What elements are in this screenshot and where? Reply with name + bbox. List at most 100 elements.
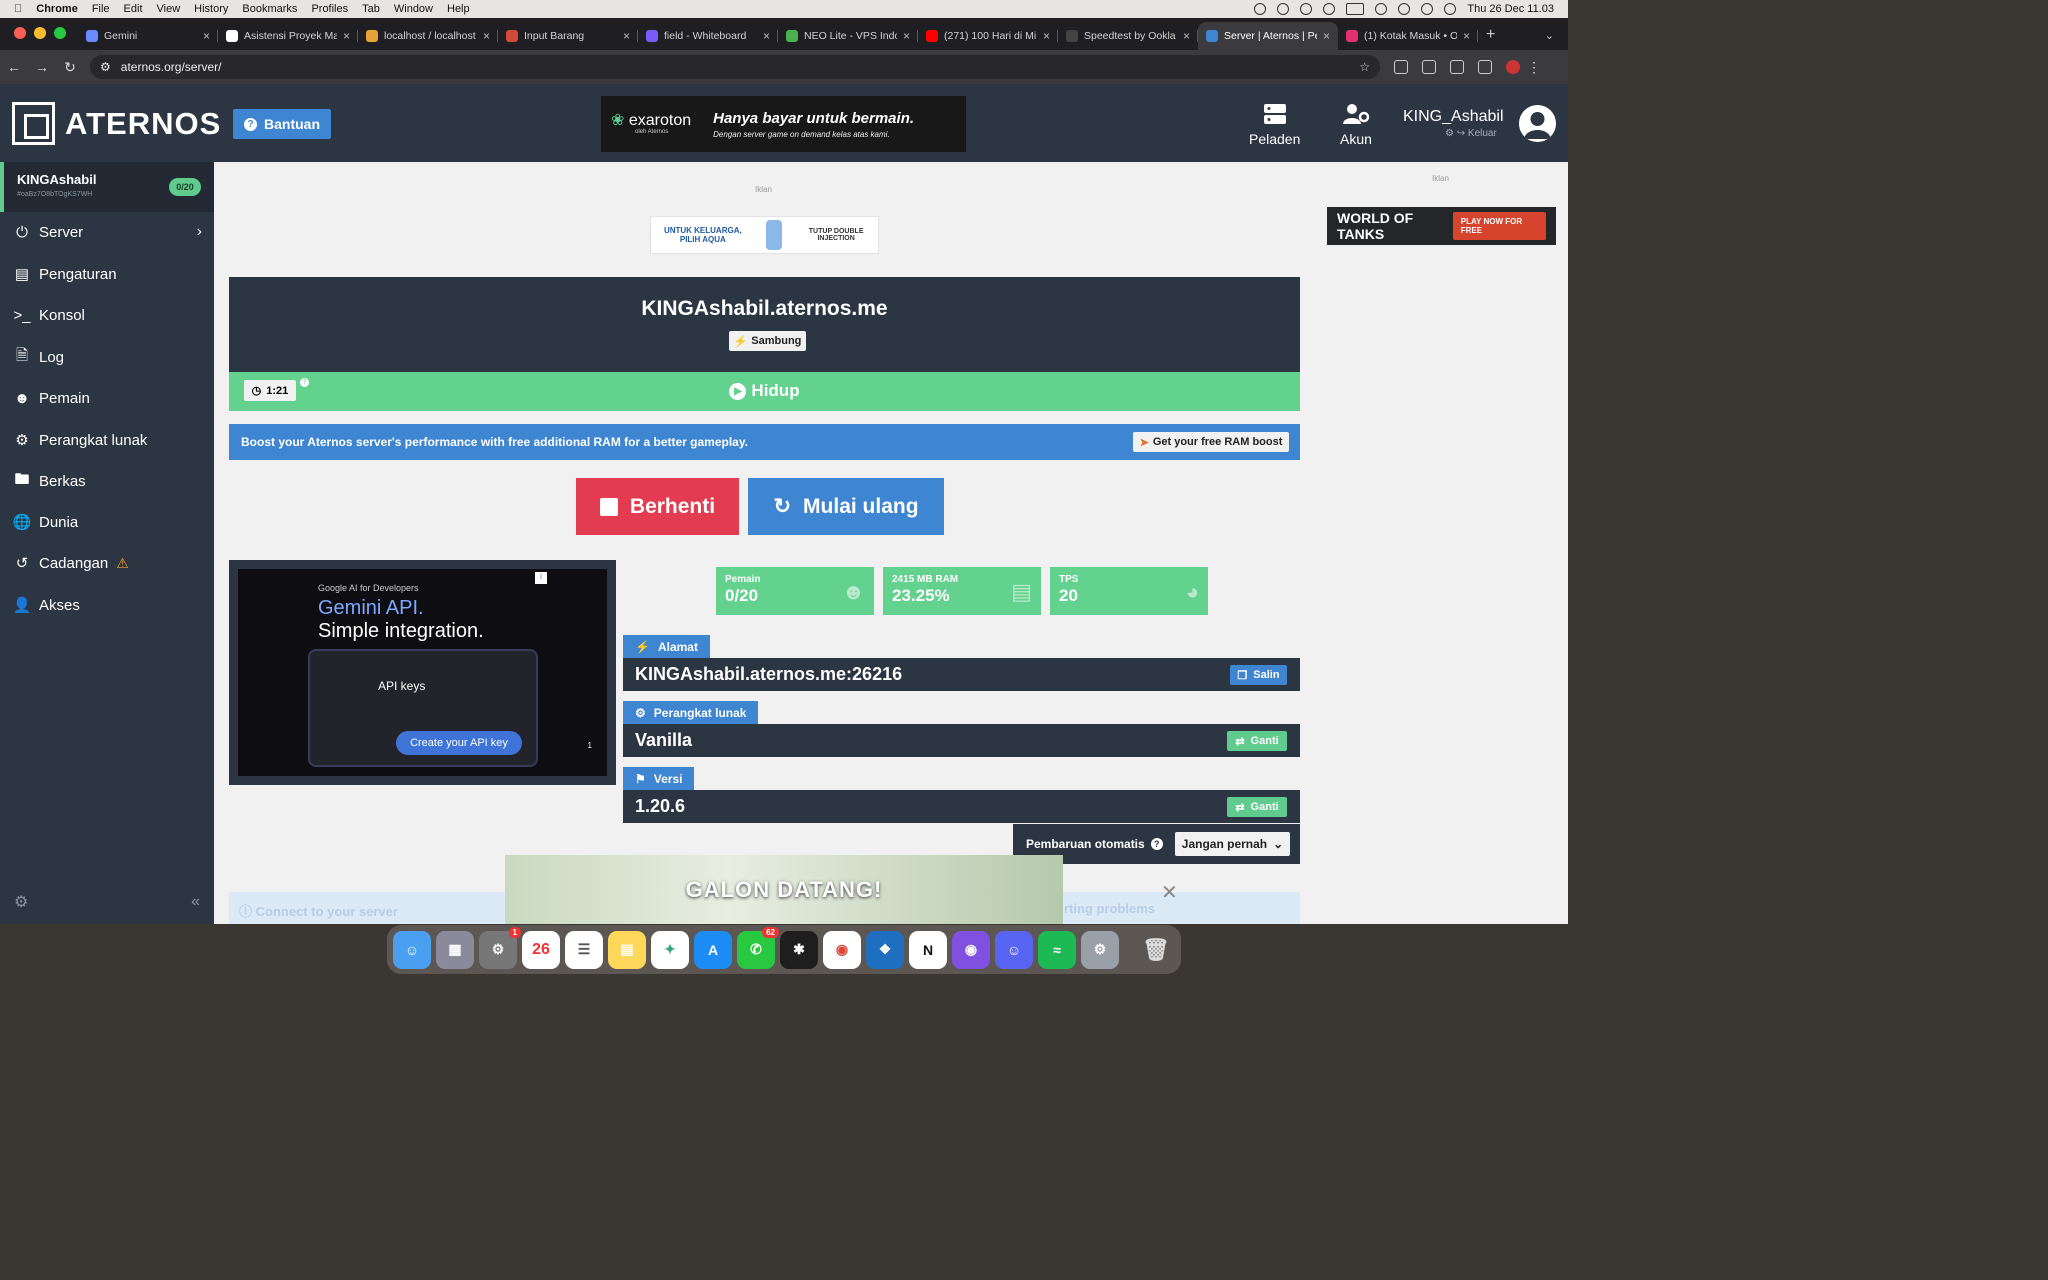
logout-link[interactable]: ⚙ ↪ Keluar [1445,128,1504,139]
menu-file[interactable]: File [92,3,110,15]
search-icon[interactable] [1398,3,1411,15]
status-icon[interactable] [1254,3,1267,15]
browser-tab[interactable]: localhost / localhost × [358,22,498,50]
close-tab-icon[interactable]: × [343,29,350,43]
browser-tab[interactable]: Speedtest by Ookla × [1058,22,1198,50]
close-tab-icon[interactable]: × [203,29,210,43]
volume-icon[interactable] [1300,3,1313,15]
new-tab-button[interactable]: + [1478,26,1495,50]
figma-icon[interactable]: ✱ [780,930,818,969]
close-tab-icon[interactable]: × [1043,29,1050,43]
adchoices-icon[interactable]: i [535,572,547,584]
browser-tab[interactable]: Input Barang × [498,22,638,50]
wifi-icon[interactable] [1375,3,1388,15]
utility-app-icon[interactable]: ⚙ [1081,930,1119,969]
discord-icon[interactable]: ☺ [995,930,1033,969]
vscode-icon[interactable]: ❖ [866,930,904,969]
close-tab-icon[interactable]: × [903,29,910,43]
reading-list-icon[interactable] [1478,60,1492,74]
sidebar-server-name[interactable]: KINGAshabil [17,172,96,187]
menubar-clock[interactable]: Thu 26 Dec 11.03 [1467,3,1554,15]
extensions-puzzle-icon[interactable] [1450,60,1464,74]
close-tab-icon[interactable]: × [1323,29,1330,43]
control-center-icon[interactable] [1421,3,1434,15]
status-icon[interactable] [1277,3,1290,15]
sidebar-item-software[interactable]: ⚙ Perangkat lunak [0,425,214,455]
reminders-icon[interactable]: ☰ [565,930,603,969]
settings-gear-icon[interactable]: ⚙ [14,892,28,912]
close-tab-icon[interactable]: × [763,29,770,43]
freeform-icon[interactable]: ✦ [651,930,689,969]
menu-window[interactable]: Window [394,3,433,15]
zoom-window-icon[interactable] [54,27,66,39]
close-tab-icon[interactable]: × [483,29,490,43]
menu-bookmarks[interactable]: Bookmarks [242,3,297,15]
site-info-icon[interactable]: ⚙ [100,60,111,74]
sidebar-item-worlds[interactable]: 🌐 Dunia [0,507,214,537]
browser-tab[interactable]: (1) Kotak Masuk • O × [1338,22,1478,50]
chrome-menu-icon[interactable]: ⋮ [1520,59,1548,76]
back-icon[interactable]: ← [0,59,28,75]
sidebar-item-settings[interactable]: ▤ Pengaturan [0,259,214,289]
restart-button[interactable]: ↻ Mulai ulang [748,478,944,535]
nav-servers-button[interactable]: Peladen [1249,103,1300,147]
close-tab-icon[interactable]: × [623,29,630,43]
github-desktop-icon[interactable]: ◉ [952,930,990,969]
notion-icon[interactable]: N [909,930,947,969]
close-window-icon[interactable] [14,27,26,39]
menu-view[interactable]: View [157,3,181,15]
avatar[interactable] [1519,105,1556,142]
server-address-value[interactable]: KINGAshabil.aternos.me:26216 [635,664,902,685]
sidebar-item-console[interactable]: >_ Konsol [0,300,214,330]
menu-app[interactable]: Chrome [36,3,78,15]
profile-avatar-icon[interactable] [1506,60,1520,74]
launchpad-icon[interactable]: ▦ [436,930,474,969]
help-button[interactable]: ? Bantuan [233,109,331,139]
user-menu[interactable]: KING_Ashabil ⚙ ↪ Keluar [1403,108,1504,139]
spotify-icon[interactable]: ≈ [1038,930,1076,969]
sidebar-item-players[interactable]: ☻ Pemain [0,383,214,413]
sidebar-item-backups[interactable]: ↺ Cadangan ⚠ [0,548,214,578]
connect-help-card[interactable]: ⓘ Connect to your server [239,901,398,920]
calendar-icon[interactable]: 26 [522,930,560,969]
address-bar[interactable]: ⚙ aternos.org/server/ ☆ [90,55,1380,79]
browser-tab[interactable]: Server | Aternos | Pe × [1198,22,1338,50]
collapse-sidebar-icon[interactable]: « [191,893,200,911]
menu-tab[interactable]: Tab [362,3,380,15]
system-settings-icon[interactable]: ⚙ 1 [479,926,521,969]
close-tab-icon[interactable]: × [1183,29,1190,43]
menu-history[interactable]: History [194,3,228,15]
notes-icon[interactable]: ▤ [608,930,646,969]
menu-edit[interactable]: Edit [124,3,143,15]
gemini-ad[interactable]: Google AI for Developers Gemini API. Sim… [229,560,616,785]
wot-play-button[interactable]: PLAY NOW FOR FREE [1452,212,1546,240]
browser-tab[interactable]: (271) 100 Hari di Mi × [918,22,1058,50]
ram-boost-button[interactable]: ➤ Get your free RAM boost [1133,432,1289,452]
forward-icon[interactable]: → [28,59,56,75]
extension-icon[interactable] [1422,60,1436,74]
question-icon[interactable]: ? [1150,838,1163,850]
play-icon[interactable] [1323,3,1336,15]
stop-button[interactable]: Berhenti [576,478,739,535]
aternos-logo[interactable]: ATERNOS [12,102,221,145]
gemini-ad-cta[interactable]: Create your API key [396,731,522,755]
wot-ad-banner[interactable]: WORLD OF TANKS PLAY NOW FOR FREE [1327,207,1556,245]
tab-search-icon[interactable]: ⌄ [1545,29,1568,50]
extension-icon[interactable] [1394,60,1408,74]
copy-address-button[interactable]: ❐ Salin [1230,665,1287,685]
menu-profiles[interactable]: Profiles [311,3,348,15]
address-bar-url[interactable]: aternos.org/server/ [121,60,222,74]
nav-account-button[interactable]: Akun [1340,103,1372,147]
sidebar-item-server[interactable]: ⏻ Server › [0,217,214,247]
browser-tab[interactable]: Asistensi Proyek Ma × [218,22,358,50]
minimize-window-icon[interactable] [34,27,46,39]
close-tab-icon[interactable]: × [1463,29,1470,43]
whatsapp-icon[interactable]: ✆ 62 [737,926,779,969]
auto-update-select[interactable]: Jangan pernah ⌄ [1175,832,1290,856]
browser-tab[interactable]: NEO Lite - VPS Indo × [778,22,918,50]
sidebar-item-files[interactable]: 🖿 Berkas [0,466,214,496]
sidebar-item-access[interactable]: 👤 Akses [0,590,214,620]
trash-icon[interactable]: 🗑 [1137,931,1175,969]
siri-icon[interactable] [1444,3,1457,15]
close-ad-icon[interactable]: ✕ [1161,880,1178,905]
